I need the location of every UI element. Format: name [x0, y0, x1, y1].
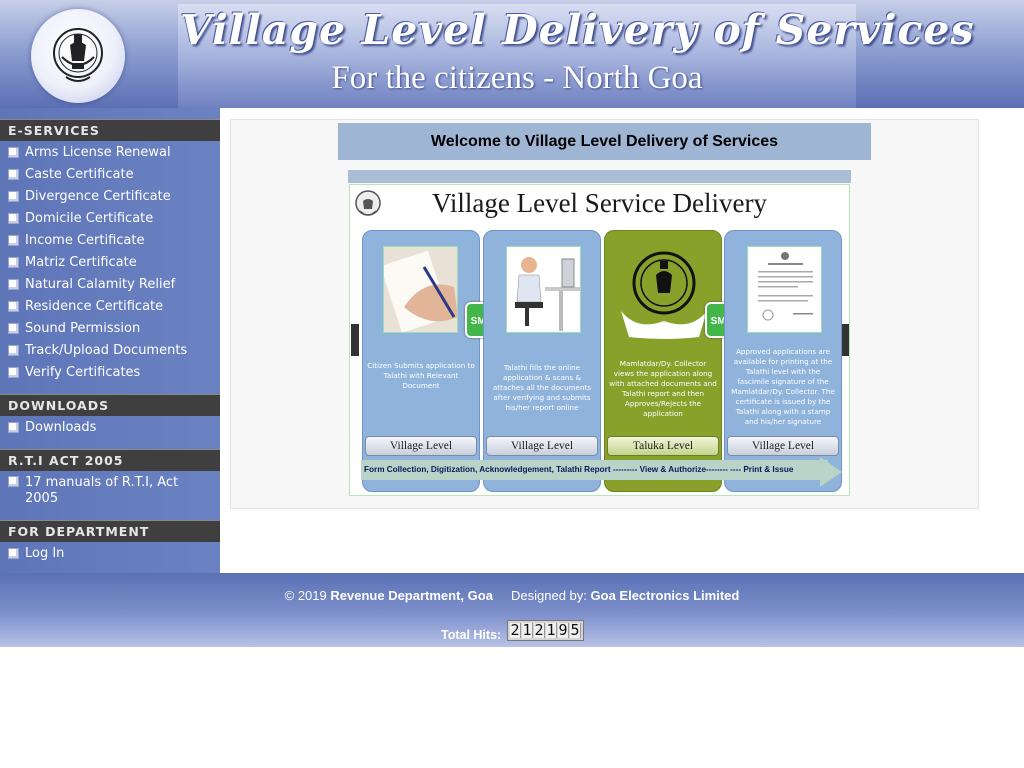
sidebar-item-label[interactable]: Verify Certificates: [25, 365, 140, 380]
bullet-icon: [8, 367, 19, 378]
sidebar-item-label[interactable]: Income Certificate: [25, 233, 145, 248]
designed-by-label: Designed by:: [511, 588, 587, 603]
banner-title: Village Level Service Delivery: [432, 188, 767, 218]
department-list: Log In: [0, 543, 220, 565]
counter-digit: 1: [546, 621, 557, 639]
service-delivery-banner: Village Level Service Delivery Citizen S…: [348, 170, 851, 497]
bullet-icon: [8, 345, 19, 356]
sidebar-item-downloads[interactable]: Downloads: [0, 417, 220, 439]
counter-digit: 5: [570, 621, 581, 639]
step-description: Mamlatdar/Dy. Collector views the applic…: [609, 359, 717, 418]
site-footer: © 2019 Revenue Department, Goa Designed …: [0, 573, 1024, 647]
step-card-2: Talathi fills the online application & s…: [483, 230, 601, 492]
bullet-icon: [8, 169, 19, 180]
site-title: Village Level Delivery of Services: [180, 6, 975, 54]
section-heading-rti-act: R.T.I ACT 2005: [0, 449, 220, 471]
step-level: Village Level: [365, 436, 477, 456]
sidebar-item-sound-permission[interactable]: Sound Permission: [0, 318, 220, 340]
bullet-icon: [8, 235, 19, 246]
bullet-icon: [8, 213, 19, 224]
sidebar-item-label[interactable]: Arms License Renewal: [25, 145, 171, 160]
bullet-icon: [8, 422, 19, 433]
footer-credits: © 2019 Revenue Department, Goa Designed …: [0, 588, 1024, 603]
sidebar-item-label[interactable]: Sound Permission: [25, 321, 140, 336]
sidebar-item-natural-calamity-relief[interactable]: Natural Calamity Relief: [0, 274, 220, 296]
sidebar-item-label[interactable]: Matriz Certificate: [25, 255, 137, 270]
bullet-icon: [8, 548, 19, 559]
counter-digit: 2: [534, 621, 545, 639]
downloads-list: Downloads: [0, 417, 220, 439]
step-description: Talathi fills the online application & s…: [492, 363, 592, 412]
sidebar-item-track-upload-documents[interactable]: Track/Upload Documents: [0, 340, 220, 362]
bullet-icon: [8, 301, 19, 312]
sidebar-item-label[interactable]: Residence Certificate: [25, 299, 163, 314]
step-card-4: Approved applications are available for …: [724, 230, 842, 492]
sidebar-item-label[interactable]: Divergence Certificate: [25, 189, 171, 204]
bullet-icon: [8, 191, 19, 202]
sidebar-item-label[interactable]: Caste Certificate: [25, 167, 134, 182]
sidebar-item-label[interactable]: Downloads: [25, 420, 96, 435]
sidebar-item-matriz-certificate[interactable]: Matriz Certificate: [0, 252, 220, 274]
section-heading-downloads: DOWNLOADS: [0, 394, 220, 416]
sidebar-item-label[interactable]: Natural Calamity Relief: [25, 277, 175, 292]
goa-government-seal-icon: [31, 9, 125, 103]
bullet-icon: [8, 147, 19, 158]
sidebar-item-divergence-certificate[interactable]: Divergence Certificate: [0, 186, 220, 208]
sidebar-item-rti-manuals[interactable]: 17 manuals of R.T.I, Act 2005: [0, 472, 220, 507]
e-services-list: Arms License Renewal Caste Certificate D…: [0, 142, 220, 384]
person-at-computer-icon: [506, 246, 581, 333]
bullet-icon: [8, 476, 19, 487]
sidebar-item-log-in[interactable]: Log In: [0, 543, 220, 565]
sidebar-item-label[interactable]: 17 manuals of R.T.I, Act 2005: [25, 475, 178, 506]
step-level: Village Level: [486, 436, 598, 456]
section-heading-e-services: E-SERVICES: [0, 119, 220, 141]
step-card-3: Mamlatdar/Dy. Collector views the applic…: [604, 230, 722, 492]
step-level: Village Level: [727, 436, 839, 456]
arrow-left-icon: [351, 324, 359, 356]
bullet-icon: [8, 279, 19, 290]
step-description: Citizen Submits application to Talathi w…: [367, 361, 475, 390]
hand-signing-form-icon: [383, 246, 458, 333]
rti-list: 17 manuals of R.T.I, Act 2005: [0, 472, 220, 507]
sidebar-item-label[interactable]: Domicile Certificate: [25, 211, 153, 226]
welcome-heading: Welcome to Village Level Delivery of Ser…: [338, 123, 871, 160]
counter-digit: 2: [510, 621, 521, 639]
designer-name: Goa Electronics Limited: [590, 588, 740, 603]
site-subtitle: For the citizens - North Goa: [331, 60, 703, 96]
government-seal-icon: [621, 251, 707, 339]
sidebar-item-label[interactable]: Track/Upload Documents: [25, 343, 187, 358]
step-description: Approved applications are available for …: [731, 347, 835, 426]
sidebar-item-label[interactable]: Log In: [25, 546, 64, 561]
arrow-right-icon: [841, 324, 849, 356]
counter-digit: 9: [558, 621, 569, 639]
sidebar-item-arms-license-renewal[interactable]: Arms License Renewal: [0, 142, 220, 164]
banner-top-bar: [348, 170, 851, 183]
sidebar-item-verify-certificates[interactable]: Verify Certificates: [0, 362, 220, 384]
process-flow-bar: Form Collection, Digitization, Acknowled…: [361, 460, 828, 480]
step-level: Taluka Level: [607, 436, 719, 456]
step-card-1: Citizen Submits application to Talathi w…: [362, 230, 480, 492]
sidebar: E-SERVICES Arms License Renewal Caste Ce…: [0, 108, 220, 573]
counter-digit: 1: [522, 621, 533, 639]
sidebar-item-caste-certificate[interactable]: Caste Certificate: [0, 164, 220, 186]
sidebar-item-residence-certificate[interactable]: Residence Certificate: [0, 296, 220, 318]
sidebar-item-domicile-certificate[interactable]: Domicile Certificate: [0, 208, 220, 230]
banner-image: Village Level Service Delivery Citizen S…: [349, 184, 850, 496]
copyright-text: © 2019: [284, 588, 327, 603]
department-name: Revenue Department, Goa: [330, 588, 493, 603]
site-header: Village Level Delivery of Services For t…: [0, 0, 1024, 108]
sidebar-item-income-certificate[interactable]: Income Certificate: [0, 230, 220, 252]
hit-counter: 212195: [507, 620, 584, 641]
total-hits-label: Total Hits:: [441, 628, 502, 642]
certificate-document-icon: [747, 246, 822, 333]
flow-arrow-icon: [820, 457, 842, 487]
bullet-icon: [8, 323, 19, 334]
section-heading-for-department: FOR DEPARTMENT: [0, 520, 220, 542]
bullet-icon: [8, 257, 19, 268]
